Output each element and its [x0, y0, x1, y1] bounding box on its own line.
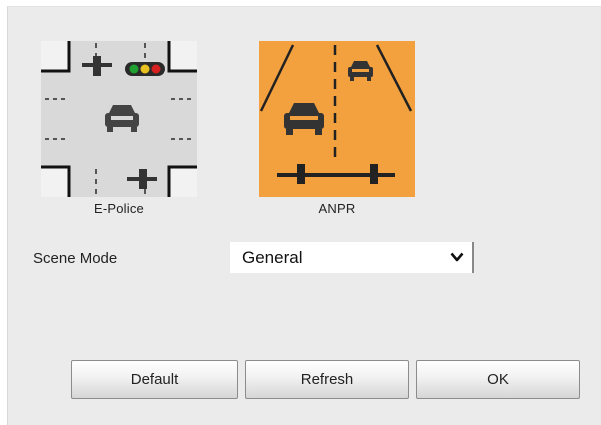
ok-button[interactable]: OK	[416, 360, 580, 399]
scene-tile-epolice[interactable]	[41, 41, 197, 197]
scene-caption-anpr: ANPR	[318, 201, 356, 216]
epolice-scene-icon	[41, 41, 197, 197]
scene-mode-value: General	[242, 248, 303, 267]
scene-mode-select[interactable]: General	[230, 242, 474, 273]
scene-tile-anpr[interactable]	[259, 41, 415, 197]
refresh-button[interactable]: Refresh	[245, 360, 409, 399]
scene-caption-epolice: E-Police	[93, 201, 144, 216]
scene-mode-label: Scene Mode	[33, 250, 118, 267]
chevron-down-icon	[450, 252, 464, 262]
anpr-scene-icon	[259, 41, 415, 197]
default-button[interactable]: Default	[71, 360, 238, 399]
smart-plan-panel: E-Police ANPR Scene Mode General Default…	[7, 6, 601, 425]
